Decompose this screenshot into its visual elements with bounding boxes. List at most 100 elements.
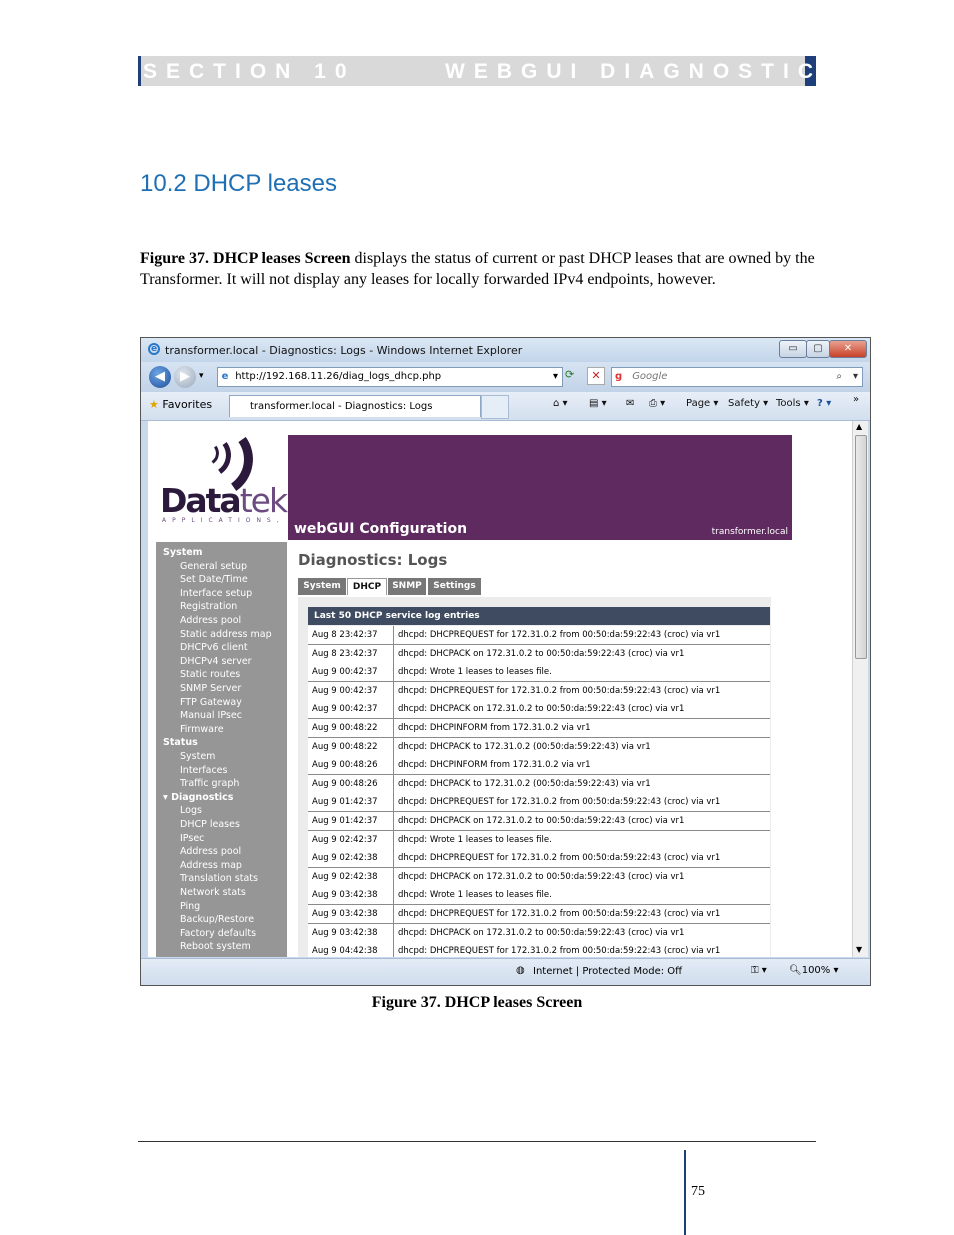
browser-tab[interactable]: transformer.local - Diagnostics: Logs xyxy=(229,395,481,417)
scrollbar-thumb[interactable] xyxy=(855,435,867,659)
sidebar-item[interactable]: Interface setup xyxy=(180,588,252,599)
address-dropdown-icon[interactable]: ▾ xyxy=(553,368,558,386)
favorites-button[interactable]: ★ Favorites xyxy=(149,398,212,411)
sidebar-item[interactable]: Ping xyxy=(180,901,200,912)
table-row: Aug 9 03:42:38 dhcpd: DHCPACK on 172.31.0… xyxy=(308,923,770,943)
sidebar-item[interactable]: Firmware xyxy=(180,724,224,735)
zoom-control[interactable]: 🔍︎100% ▾ xyxy=(789,965,839,976)
section-number: SECTION 10 xyxy=(143,60,356,83)
sidebar-item[interactable]: Translation stats xyxy=(180,873,258,884)
sidebar-item[interactable]: Network stats xyxy=(180,887,246,898)
column-divider xyxy=(393,681,394,700)
table-row: Aug 9 03:42:38 dhcpd: Wrote 1 leases to l… xyxy=(308,886,770,906)
status-zone: Internet | Protected Mode: Off xyxy=(533,966,683,977)
table-row: Aug 9 04:42:38 dhcpd: DHCPREQUEST for 172… xyxy=(308,942,770,957)
tab-settings[interactable]: Settings xyxy=(428,578,481,595)
log-table-header: Last 50 DHCP service log entries xyxy=(308,607,770,625)
stop-icon[interactable]: ✕ xyxy=(587,367,605,385)
history-dropdown-icon[interactable]: ▾ xyxy=(199,371,204,381)
subsection-heading: 10.2 DHCP leases xyxy=(140,170,337,197)
column-divider xyxy=(393,905,394,923)
tab-system[interactable]: System xyxy=(298,578,346,595)
sidebar-item[interactable]: Backup/Restore xyxy=(180,914,254,925)
banner-title: webGUI Configuration xyxy=(294,521,468,537)
sidebar-item[interactable]: Reboot system xyxy=(180,941,251,952)
column-divider xyxy=(393,812,394,830)
favorites-label: Favorites xyxy=(162,398,213,411)
log-time: Aug 9 00:48:22 xyxy=(312,741,378,752)
column-divider xyxy=(393,774,394,793)
back-arrow-icon[interactable]: ◀ xyxy=(149,366,171,388)
log-time: Aug 9 03:42:38 xyxy=(312,909,378,919)
sidebar-item[interactable]: Interfaces xyxy=(180,765,227,776)
log-time: Aug 9 03:42:38 xyxy=(312,927,378,938)
sidebar-item[interactable]: DHCPv6 client xyxy=(180,642,248,653)
new-tab-button[interactable] xyxy=(481,395,509,419)
column-divider xyxy=(393,886,394,905)
table-row: Aug 9 00:42:37 dhcpd: DHCPREQUEST for 172… xyxy=(308,681,770,701)
log-message: dhcpd: DHCPREQUEST for 172.31.0.2 from 0… xyxy=(398,853,721,864)
sidebar-section[interactable]: System xyxy=(163,547,203,558)
help-icon[interactable]: ? ▾ xyxy=(817,398,831,409)
sidebar-item[interactable]: Registration xyxy=(180,601,237,612)
address-bar[interactable]: e http://192.168.11.26/diag_logs_dhcp.ph… xyxy=(217,367,563,387)
sidebar-item[interactable]: Factory defaults xyxy=(180,928,256,939)
browser-statusbar: ◍ Internet | Protected Mode: Off ⚿ ▾ 🔍︎1… xyxy=(141,958,870,985)
print-icon[interactable]: ⎙ ▾ xyxy=(649,398,665,409)
search-icon[interactable]: ⌕ xyxy=(836,368,842,386)
sidebar-item[interactable]: SNMP Server xyxy=(180,683,241,694)
sidebar-item[interactable]: Static routes xyxy=(180,669,240,680)
table-row: Aug 8 23:42:37 dhcpd: DHCPREQUEST for 172… xyxy=(308,626,770,645)
sidebar-item[interactable]: Logs xyxy=(180,805,202,816)
feeds-icon[interactable]: ▤ ▾ xyxy=(589,398,607,409)
sidebar-item[interactable]: General setup xyxy=(180,561,247,572)
page-menu[interactable]: Page ▾ xyxy=(686,398,718,409)
safety-menu[interactable]: Safety ▾ xyxy=(728,398,768,409)
log-time: Aug 9 00:42:37 xyxy=(312,704,378,715)
log-message: dhcpd: Wrote 1 leases to leases file. xyxy=(398,834,552,845)
scroll-up-icon[interactable]: ▲ xyxy=(856,422,862,431)
sidebar-item[interactable]: DHCP leases xyxy=(180,819,240,830)
sidebar-item[interactable]: Address pool xyxy=(180,846,241,857)
table-row: Aug 9 00:48:22 dhcpd: DHCPINFORM from 172… xyxy=(308,719,770,738)
table-row: Aug 9 00:42:37 dhcpd: DHCPACK on 172.31.0… xyxy=(308,700,770,720)
sidebar-item[interactable]: System xyxy=(180,751,215,762)
sidebar-item[interactable]: Static address map xyxy=(180,629,272,640)
log-message: dhcpd: DHCPINFORM from 172.31.0.2 via vr… xyxy=(398,723,591,733)
table-row: Aug 8 23:42:37 dhcpd: DHCPACK on 172.31.0… xyxy=(308,644,770,664)
close-window-button[interactable]: ✕ xyxy=(829,340,867,358)
logo-wordmark: Datatek xyxy=(160,481,288,520)
minimize-button[interactable]: ▭ xyxy=(779,340,807,358)
sidebar-item[interactable]: Address pool xyxy=(180,615,241,626)
forward-arrow-icon[interactable]: ▶ xyxy=(174,366,196,388)
sidebar-item[interactable]: Traffic graph xyxy=(180,778,239,789)
sidebar-item[interactable]: IPsec xyxy=(180,833,204,844)
mail-icon[interactable]: ✉ xyxy=(626,398,634,409)
chevron-more-icon[interactable]: » xyxy=(853,394,859,405)
search-box[interactable]: g Google ⌕ ▾ xyxy=(611,367,863,387)
scroll-down-icon[interactable]: ▼ xyxy=(856,945,862,954)
globe-icon: ◍ xyxy=(516,965,525,976)
refresh-icon[interactable]: ⟳ xyxy=(565,368,574,381)
tab-snmp[interactable]: SNMP xyxy=(388,578,426,595)
log-time: Aug 9 00:48:22 xyxy=(312,723,378,733)
log-message: dhcpd: DHCPINFORM from 172.31.0.2 via vr… xyxy=(398,760,591,771)
security-dropdown-icon[interactable]: ⚿ ▾ xyxy=(751,965,767,976)
sidebar-section[interactable]: ▾ Diagnostics xyxy=(163,792,233,803)
search-dropdown-icon[interactable]: ▾ xyxy=(853,368,858,386)
log-message: dhcpd: DHCPREQUEST for 172.31.0.2 from 0… xyxy=(398,909,721,919)
vertical-scrollbar[interactable]: ▲ ▼ xyxy=(852,421,868,957)
sidebar-item[interactable]: Set Date/Time xyxy=(180,574,248,585)
sidebar-item[interactable]: Address map xyxy=(180,860,242,871)
table-row: Aug 9 03:42:38 dhcpd: DHCPREQUEST for 172… xyxy=(308,905,770,924)
sidebar-section[interactable]: Status xyxy=(163,737,198,748)
sidebar-item[interactable]: DHCPv4 server xyxy=(180,656,252,667)
sidebar-item[interactable]: Manual IPsec xyxy=(180,710,242,721)
zoom-level: 100% xyxy=(801,965,831,976)
home-icon[interactable]: ⌂ ▾ xyxy=(553,398,568,409)
maximize-button[interactable]: ▢ xyxy=(806,340,830,358)
tools-menu[interactable]: Tools ▾ xyxy=(776,398,809,409)
tab-dhcp[interactable]: DHCP xyxy=(347,578,387,595)
log-time: Aug 9 00:48:26 xyxy=(312,760,378,771)
sidebar-item[interactable]: FTP Gateway xyxy=(180,697,242,708)
